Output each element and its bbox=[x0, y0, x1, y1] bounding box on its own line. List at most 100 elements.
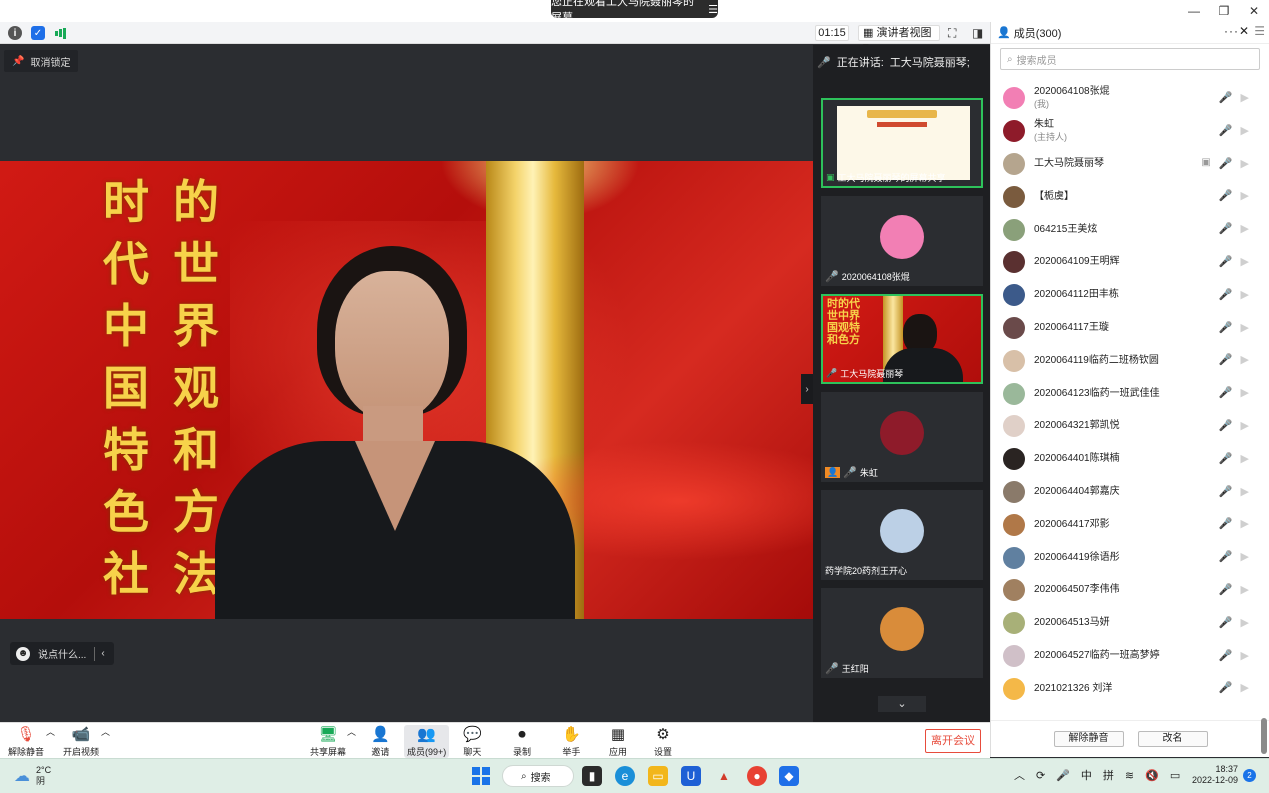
mic-off-icon[interactable]: 🎤 bbox=[1219, 616, 1233, 629]
taskbar-search[interactable]: ⌕ 搜索 bbox=[502, 765, 574, 787]
menu-icon[interactable]: ☰ bbox=[1254, 24, 1265, 38]
mic-off-icon[interactable]: 🎤 bbox=[1219, 222, 1233, 235]
members-button[interactable]: 👥 成员(99+) bbox=[404, 725, 450, 758]
edge-icon[interactable]: e bbox=[615, 766, 635, 786]
chevron-up-icon[interactable]: ︿ bbox=[347, 725, 356, 738]
camera-off-icon[interactable]: ▶ bbox=[1241, 189, 1249, 202]
member-row[interactable]: 朱虹 (主持人) 🎤 ▶ bbox=[991, 115, 1261, 148]
video-tile-screen-share[interactable]: ▣ 工大马院聂丽琴的屏幕共享 bbox=[821, 98, 983, 188]
scrollbar[interactable] bbox=[1261, 718, 1267, 754]
search-input[interactable]: 搜索成员 bbox=[1017, 52, 1057, 67]
matlab-icon[interactable]: ▲ bbox=[714, 766, 734, 786]
camera-off-icon[interactable]: ▶ bbox=[1241, 124, 1249, 137]
weather-widget[interactable]: ☁ 2°C 阴 bbox=[14, 765, 51, 787]
security-app-icon[interactable]: U bbox=[681, 766, 701, 786]
video-tile[interactable]: 药学院20药剂王开心 bbox=[821, 490, 983, 580]
chevron-up-icon[interactable]: ︿ bbox=[46, 725, 55, 738]
share-screen-button[interactable]: 🖥 共享屏幕 bbox=[310, 725, 346, 758]
mic-off-icon[interactable]: 🎤 bbox=[1219, 517, 1233, 530]
member-row[interactable]: 2020064417邓影 🎤 ▶ bbox=[991, 508, 1261, 541]
wifi-icon[interactable]: ≋ bbox=[1125, 769, 1134, 782]
chevron-left-icon[interactable]: ‹ bbox=[101, 648, 104, 659]
camera-off-icon[interactable]: ▶ bbox=[1241, 157, 1249, 170]
mic-off-icon[interactable]: 🎤 bbox=[1219, 124, 1233, 137]
camera-off-icon[interactable]: ▶ bbox=[1241, 485, 1249, 498]
member-row[interactable]: 2020064112田丰栋 🎤 ▶ bbox=[991, 279, 1261, 312]
member-row[interactable]: 2020064513马妍 🎤 ▶ bbox=[991, 607, 1261, 640]
member-row[interactable]: 2020064401陈琪楠 🎤 ▶ bbox=[991, 443, 1261, 476]
mic-off-icon[interactable]: 🎤 bbox=[1219, 419, 1233, 432]
member-row[interactable]: 2020064109王明辉 🎤 ▶ bbox=[991, 246, 1261, 279]
chat-placeholder[interactable]: 说点什么... bbox=[38, 646, 86, 661]
camera-off-icon[interactable]: ▶ bbox=[1241, 255, 1249, 268]
restore-icon[interactable]: ❐ bbox=[1209, 0, 1239, 22]
video-tile-speaker[interactable]: 时的代世中界国观特和色方 🎤 工大马院聂丽琴 bbox=[821, 294, 983, 384]
member-row[interactable]: 2020064123临药一班武佳佳 🎤 ▶ bbox=[991, 377, 1261, 410]
leave-meeting-button[interactable]: 离开会议 bbox=[925, 729, 981, 753]
quick-chat[interactable]: ☻ 说点什么... ‹ bbox=[10, 642, 114, 665]
member-row[interactable]: 2020064321郭凯悦 🎤 ▶ bbox=[991, 410, 1261, 443]
sidebar-toggle-icon[interactable]: ◨ bbox=[972, 26, 983, 40]
info-icon[interactable]: i bbox=[8, 26, 22, 40]
view-mode-button[interactable]: ▦ 演讲者视图 ▾ bbox=[858, 25, 940, 53]
mic-off-icon[interactable]: 🎤 bbox=[1219, 681, 1233, 694]
mic-off-icon[interactable]: 🎤 bbox=[1219, 91, 1233, 104]
ime-chinese[interactable]: 中 bbox=[1081, 767, 1092, 783]
camera-off-icon[interactable]: ▶ bbox=[1241, 353, 1249, 366]
member-row[interactable]: 【栀虞】 🎤 ▶ bbox=[991, 180, 1261, 213]
signal-icon[interactable] bbox=[54, 26, 68, 40]
file-explorer-icon[interactable]: ▭ bbox=[648, 766, 668, 786]
mic-off-icon[interactable]: 🎤 bbox=[1219, 321, 1233, 334]
chat-button[interactable]: 💬 聊天 bbox=[463, 725, 482, 758]
mic-off-icon[interactable]: 🎤 bbox=[1219, 189, 1233, 202]
close-panel-icon[interactable]: ✕ bbox=[1239, 24, 1249, 38]
shield-icon[interactable]: ✓ bbox=[31, 26, 45, 40]
ime-pinyin[interactable]: 拼 bbox=[1103, 767, 1114, 783]
invite-button[interactable]: 👤 邀请 bbox=[371, 725, 390, 758]
camera-off-icon[interactable]: ▶ bbox=[1241, 419, 1249, 432]
chevron-up-icon[interactable]: ︿ bbox=[1014, 767, 1025, 783]
mic-off-icon[interactable]: 🎤 bbox=[1219, 353, 1233, 366]
unmute-button[interactable]: 🎙 解除静音 bbox=[8, 725, 44, 758]
battery-icon[interactable]: ▭ bbox=[1170, 769, 1180, 782]
member-row[interactable]: 2021021326 刘洋 🎤 ▶ bbox=[991, 672, 1261, 705]
mic-off-icon[interactable]: 🎤 bbox=[1219, 583, 1233, 596]
unmute-all-button[interactable]: 解除静音 bbox=[1053, 731, 1124, 747]
mic-off-icon[interactable]: 🎤 bbox=[1219, 386, 1233, 399]
rename-button[interactable]: 改名 bbox=[1137, 731, 1208, 747]
mic-icon[interactable]: 🎤 bbox=[1056, 769, 1070, 782]
member-row[interactable]: 2020064507李伟伟 🎤 ▶ bbox=[991, 574, 1261, 607]
settings-button[interactable]: ⚙ 设置 bbox=[654, 725, 672, 758]
notification-badge[interactable]: 2 bbox=[1243, 769, 1256, 782]
windows-start-icon[interactable] bbox=[472, 767, 490, 785]
sync-icon[interactable]: ⟳ bbox=[1036, 769, 1045, 782]
emoji-icon[interactable]: ☻ bbox=[16, 646, 30, 661]
camera-off-icon[interactable]: ▶ bbox=[1241, 681, 1249, 694]
more-icon[interactable]: ··· bbox=[1224, 24, 1239, 38]
camera-off-icon[interactable]: ▶ bbox=[1241, 321, 1249, 334]
camera-off-icon[interactable]: ▶ bbox=[1241, 222, 1249, 235]
member-row[interactable]: 2020064404郭嘉庆 🎤 ▶ bbox=[991, 476, 1261, 509]
mic-off-icon[interactable]: 🎤 bbox=[1219, 452, 1233, 465]
member-row[interactable]: 064215王美炫 🎤 ▶ bbox=[991, 213, 1261, 246]
mic-off-icon[interactable]: 🎤 bbox=[1219, 288, 1233, 301]
unpin-button[interactable]: 📌 取消锁定 bbox=[4, 50, 79, 72]
chrome-icon[interactable]: ● bbox=[747, 766, 767, 786]
camera-off-icon[interactable]: ▶ bbox=[1241, 517, 1249, 530]
fullscreen-icon[interactable]: ⛶ bbox=[948, 26, 956, 41]
raise-hand-button[interactable]: ✋ 举手 bbox=[562, 725, 581, 758]
share-banner[interactable]: 您正在观看工大马院聂丽琴的屏幕 ☰ bbox=[551, 0, 718, 24]
volume-muted-icon[interactable]: 🔇 bbox=[1145, 769, 1159, 782]
camera-off-icon[interactable]: ▶ bbox=[1241, 386, 1249, 399]
member-row[interactable]: 2020064108张焜 (我) 🎤 ▶ bbox=[991, 82, 1261, 115]
task-view-icon[interactable]: ▮ bbox=[582, 766, 602, 786]
close-icon[interactable]: ✕ bbox=[1239, 0, 1269, 22]
camera-off-icon[interactable]: ▶ bbox=[1241, 452, 1249, 465]
camera-off-icon[interactable]: ▶ bbox=[1241, 91, 1249, 104]
member-search[interactable]: ⌕ 搜索成员 bbox=[1000, 48, 1260, 70]
member-row[interactable]: 2020064117王璇 🎤 ▶ bbox=[991, 312, 1261, 345]
record-button[interactable]: ⏺ 录制 bbox=[513, 725, 531, 758]
member-row[interactable]: 2020064119临药二班杨钦圆 🎤 ▶ bbox=[991, 344, 1261, 377]
member-row[interactable]: 工大马院聂丽琴 ▣ 🎤 ▶ bbox=[991, 148, 1261, 181]
menu-icon[interactable]: ☰ bbox=[708, 3, 718, 16]
